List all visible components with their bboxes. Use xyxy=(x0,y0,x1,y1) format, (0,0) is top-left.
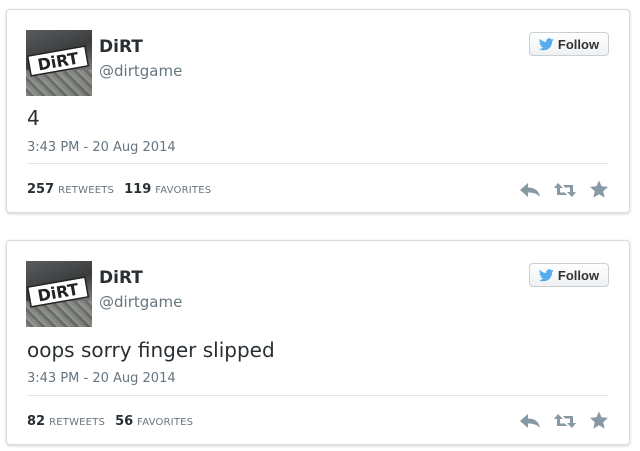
divider xyxy=(27,395,609,396)
retweets-count[interactable]: 82 xyxy=(27,414,45,429)
dirt-logo: DiRT xyxy=(26,45,90,77)
follow-button[interactable]: Follow xyxy=(529,32,609,56)
display-name[interactable]: DiRT xyxy=(99,37,143,57)
display-name[interactable]: DiRT xyxy=(99,268,143,288)
tweet-actions xyxy=(507,411,609,430)
tweet-stats: 257 RETWEETS 119 FAVORITES xyxy=(27,182,221,197)
twitter-bird-icon xyxy=(538,37,554,50)
reply-icon[interactable] xyxy=(519,181,541,199)
tweet-timestamp[interactable]: 3:43 PM - 20 Aug 2014 xyxy=(27,140,176,155)
favorites-label[interactable]: FAVORITES xyxy=(155,185,211,196)
reply-icon[interactable] xyxy=(519,412,541,430)
tweet-stats: 82 RETWEETS 56 FAVORITES xyxy=(27,414,203,429)
tweet-card: DiRT DiRT @dirtgame Follow oops sorry fi… xyxy=(6,240,630,445)
avatar[interactable]: DiRT xyxy=(26,261,92,327)
star-icon[interactable] xyxy=(589,180,609,199)
svg-text:DiRT: DiRT xyxy=(36,280,80,306)
retweets-label[interactable]: RETWEETS xyxy=(58,185,114,196)
star-icon[interactable] xyxy=(589,411,609,430)
tweet-text: oops sorry finger slipped xyxy=(27,338,275,362)
avatar[interactable]: DiRT xyxy=(26,30,92,96)
retweet-icon[interactable] xyxy=(553,181,577,199)
divider xyxy=(27,163,609,164)
dirt-logo: DiRT xyxy=(26,276,90,308)
tweet-text: 4 xyxy=(27,106,40,130)
follow-label: Follow xyxy=(557,267,600,283)
follow-button[interactable]: Follow xyxy=(529,263,609,287)
retweets-label[interactable]: RETWEETS xyxy=(49,417,105,428)
favorites-count[interactable]: 119 xyxy=(124,182,151,197)
retweet-icon[interactable] xyxy=(553,412,577,430)
tweet-timestamp[interactable]: 3:43 PM - 20 Aug 2014 xyxy=(27,371,176,386)
favorites-label[interactable]: FAVORITES xyxy=(137,417,193,428)
follow-label: Follow xyxy=(557,36,600,52)
tweet-card: DiRT DiRT @dirtgame Follow 4 3:43 PM - 2… xyxy=(6,9,630,213)
twitter-bird-icon xyxy=(538,268,554,281)
retweets-count[interactable]: 257 xyxy=(27,182,54,197)
user-handle[interactable]: @dirtgame xyxy=(99,62,182,80)
user-handle[interactable]: @dirtgame xyxy=(99,293,182,311)
svg-text:DiRT: DiRT xyxy=(36,49,80,75)
favorites-count[interactable]: 56 xyxy=(115,414,133,429)
tweet-actions xyxy=(507,180,609,199)
